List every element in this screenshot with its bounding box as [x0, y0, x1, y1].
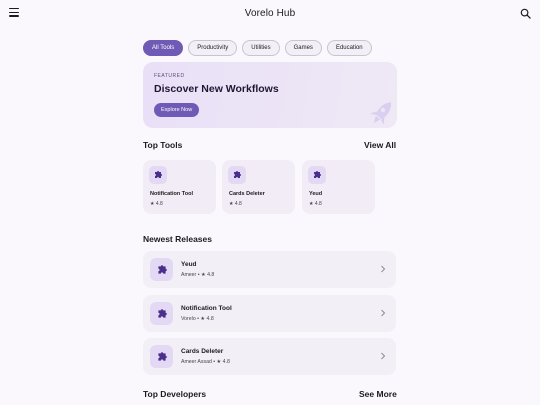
list-item[interactable]: Cards Deleter Ameer Assad • ★ 4.8 [143, 338, 396, 375]
chip-education[interactable]: Education [326, 40, 372, 56]
featured-banner: FEATURED Discover New Workflows Explore … [143, 62, 397, 128]
release-meta: Ameer Assad • ★ 4.8 [181, 359, 230, 365]
release-name: Yeud [181, 261, 197, 268]
release-name: Notification Tool [181, 305, 232, 312]
chevron-right-icon [381, 352, 386, 360]
featured-headline: Discover New Workflows [154, 83, 279, 95]
newest-releases-title: Newest Releases [143, 234, 212, 244]
featured-eyebrow: FEATURED [154, 73, 185, 79]
tool-rating: ★ 4.8 [309, 201, 322, 207]
chip-all-tools[interactable]: All Tools [143, 40, 184, 56]
chip-productivity[interactable]: Productivity [188, 40, 238, 56]
chip-games[interactable]: Games [284, 40, 322, 56]
chip-utilities[interactable]: Utilities [242, 40, 280, 56]
app-title: Vorelo Hub [244, 8, 296, 19]
release-meta: Ameer • ★ 4.8 [181, 272, 215, 278]
release-name: Cards Deleter [181, 348, 224, 355]
search-icon[interactable] [520, 8, 531, 19]
puzzle-icon [150, 345, 173, 368]
tool-rating: ★ 4.8 [150, 201, 163, 207]
puzzle-icon [308, 166, 326, 184]
tool-name: Cards Deleter [229, 191, 265, 197]
puzzle-icon [150, 258, 173, 281]
puzzle-icon [149, 166, 167, 184]
top-app-bar: Vorelo Hub [0, 0, 540, 27]
tool-name: Notification Tool [150, 191, 193, 197]
category-chips: All Tools Productivity Utilities Games E… [143, 40, 372, 56]
tool-card[interactable]: Notification Tool ★ 4.8 [143, 160, 216, 214]
top-developers-title: Top Developers [143, 389, 207, 399]
tool-card[interactable]: Cards Deleter ★ 4.8 [222, 160, 295, 214]
explore-now-button[interactable]: Explore Now [154, 103, 200, 117]
list-item[interactable]: Notification Tool Vorelo • ★ 4.8 [143, 295, 396, 332]
menu-icon[interactable] [9, 8, 19, 18]
puzzle-icon [228, 166, 246, 184]
tool-rating: ★ 4.8 [229, 201, 242, 207]
chevron-right-icon [381, 265, 386, 273]
see-more-link[interactable]: See More [359, 389, 397, 399]
top-tools-title: Top Tools [143, 140, 183, 150]
chevron-right-icon [381, 309, 386, 317]
view-all-link[interactable]: View All [364, 140, 396, 150]
list-item[interactable]: Yeud Ameer • ★ 4.8 [143, 251, 396, 288]
tool-card[interactable]: Yeud ★ 4.8 [302, 160, 375, 214]
puzzle-icon [150, 302, 173, 325]
tool-name: Yeud [309, 191, 323, 197]
rocket-icon [369, 102, 392, 125]
release-meta: Vorelo • ★ 4.8 [181, 316, 214, 322]
